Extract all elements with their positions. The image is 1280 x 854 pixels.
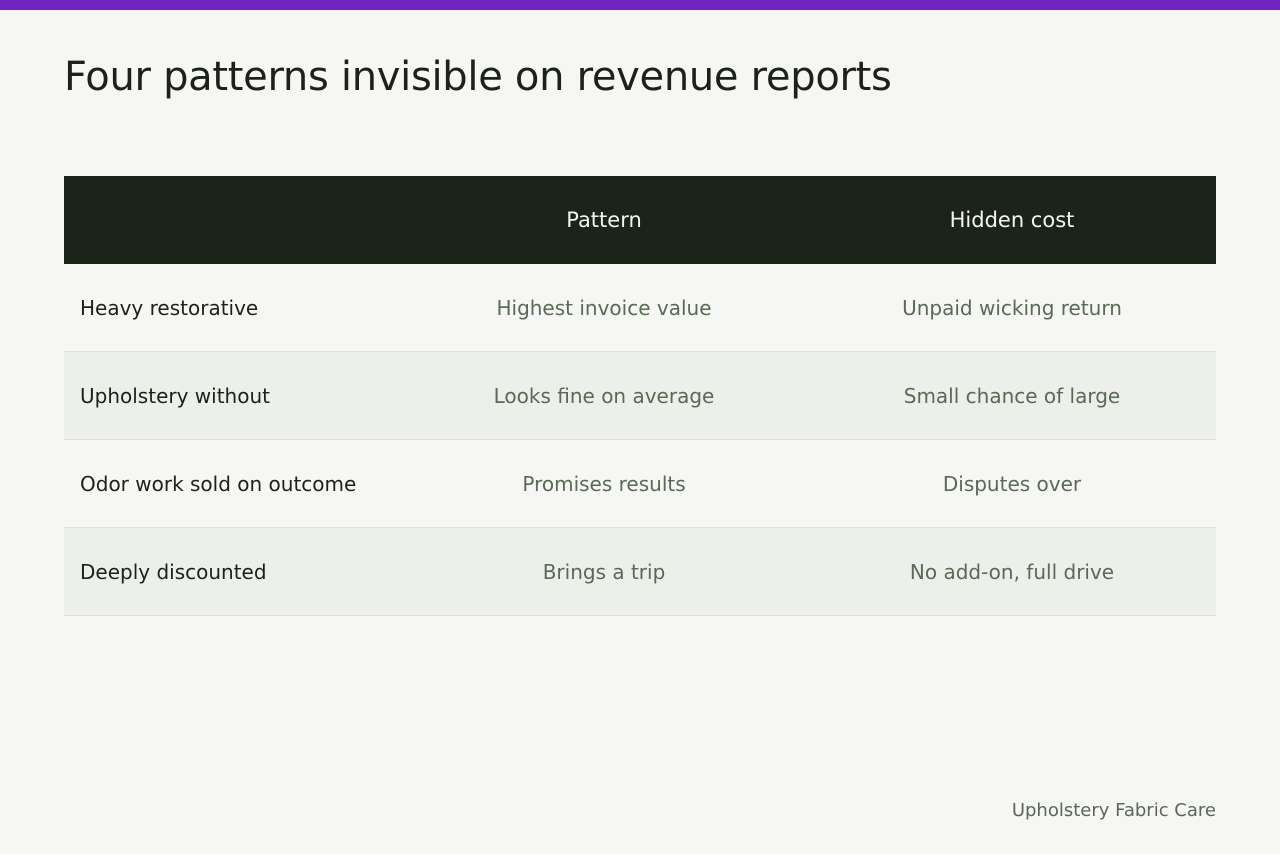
table-row: Odor work sold on outcome Promises resul…	[64, 440, 1216, 528]
row-hidden-cost: No add-on, full drive	[909, 559, 1115, 584]
row-pattern: Promises results	[522, 471, 686, 496]
patterns-table: Pattern Hidden cost Heavy restorative Hi…	[64, 176, 1216, 616]
row-hidden-cost: Small chance of large	[903, 383, 1121, 408]
footer-brand: Upholstery Fabric Care	[1011, 800, 1216, 821]
header-cell-hidden-cost: Hidden cost	[949, 208, 1075, 232]
row-pattern: Highest invoice value	[496, 295, 712, 320]
row-hidden-cost: Unpaid wicking return	[902, 295, 1122, 320]
row-label: Upholstery without	[80, 383, 270, 408]
row-label: Deeply discounted	[80, 559, 267, 584]
row-label: Heavy restorative	[80, 295, 259, 320]
table-header-row: Pattern Hidden cost	[64, 176, 1216, 264]
page-title: Four patterns invisible on revenue repor…	[64, 54, 892, 100]
table-row: Heavy restorative Highest invoice value …	[64, 264, 1216, 352]
row-pattern: Looks fine on average	[493, 383, 715, 408]
header-cell-pattern: Pattern	[566, 208, 642, 232]
row-hidden-cost: Disputes over	[942, 471, 1082, 496]
table-row: Upholstery without Looks fine on average…	[64, 352, 1216, 440]
row-label: Odor work sold on outcome	[80, 471, 357, 496]
table-row: Deeply discounted Brings a trip No add-o…	[64, 528, 1216, 616]
top-accent-bar	[0, 0, 1280, 10]
row-pattern: Brings a trip	[542, 559, 666, 584]
